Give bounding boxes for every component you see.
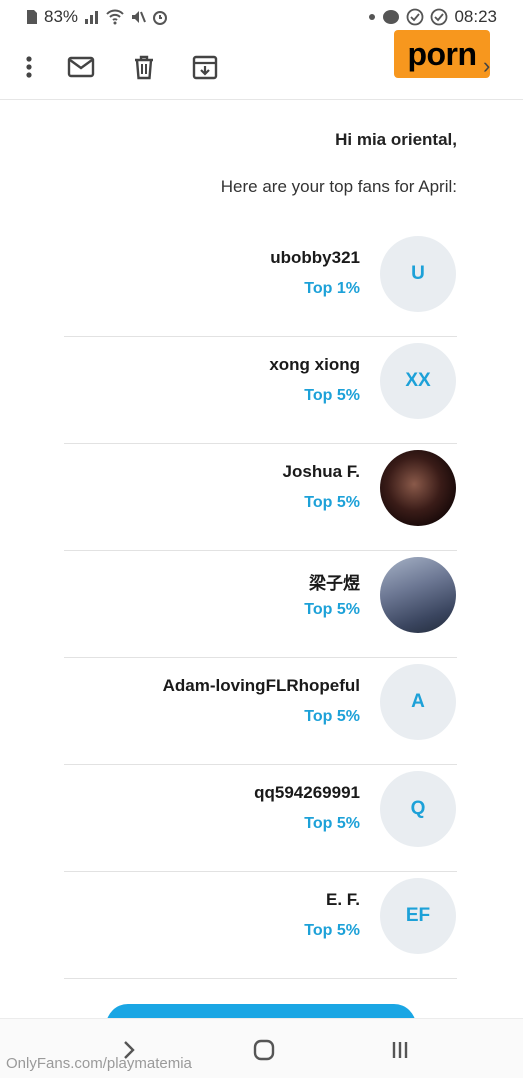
fan-rank: Top 5% bbox=[304, 708, 360, 725]
alarm-icon bbox=[153, 11, 168, 25]
top-fans-list: Uubobby321 Top 1% XX xong xiong Top 5% Joshua… bbox=[0, 230, 523, 979]
email-greeting: Hi mia oriental, bbox=[335, 130, 457, 149]
battery-text: 83% bbox=[44, 7, 79, 26]
fan-name[interactable]: Joshua F. bbox=[283, 462, 360, 482]
brand-logo: porn bbox=[394, 30, 490, 78]
avatar-initials: U bbox=[411, 263, 425, 284]
line-app-icon bbox=[383, 10, 400, 24]
status-left: 83% bbox=[26, 7, 168, 27]
chevron-right-icon[interactable]: › bbox=[483, 53, 490, 79]
wifi-icon bbox=[106, 9, 124, 25]
clock: 08:23 bbox=[454, 7, 497, 26]
status-bar: 83% 08:23 bbox=[0, 0, 523, 34]
dot-icon bbox=[369, 14, 376, 20]
divider bbox=[64, 978, 457, 979]
avatar-photo[interactable] bbox=[380, 450, 456, 526]
check-circle-icon bbox=[431, 8, 448, 26]
fan-rank: Top 5% bbox=[304, 494, 360, 511]
mail-icon[interactable] bbox=[66, 52, 96, 82]
fan-name[interactable]: E. F. bbox=[326, 890, 360, 910]
fan-row[interactable]: A Adam-lovingFLRhopeful Top 5% bbox=[0, 658, 523, 765]
fan-rank: Top 5% bbox=[304, 387, 360, 404]
avatar-initials: A bbox=[411, 691, 425, 712]
fan-rank: Top 5% bbox=[304, 601, 360, 618]
avatar-initials: EF bbox=[405, 905, 431, 926]
fan-name[interactable]: qq594269991 bbox=[254, 783, 360, 803]
mute-icon bbox=[132, 11, 146, 23]
status-right: 08:23 bbox=[368, 7, 497, 27]
archive-icon[interactable] bbox=[190, 52, 220, 82]
home-icon[interactable] bbox=[249, 1036, 279, 1064]
avatar[interactable]: A bbox=[380, 664, 456, 740]
fan-name[interactable]: 梁子煜 bbox=[309, 569, 360, 594]
fan-name[interactable]: Adam-lovingFLRhopeful bbox=[163, 676, 360, 696]
fan-row[interactable]: EF E. F. Top 5% bbox=[0, 872, 523, 979]
fan-row[interactable]: Joshua F. Top 5% bbox=[0, 444, 523, 551]
more-vert-icon[interactable] bbox=[14, 52, 44, 82]
avatar[interactable]: EF bbox=[380, 878, 456, 954]
avatar[interactable]: U bbox=[380, 236, 456, 312]
avatar-initials: XX bbox=[405, 370, 431, 391]
fan-row[interactable]: Uubobby321 Top 1% bbox=[0, 230, 523, 337]
email-intro: Here are your top fans for April: bbox=[220, 177, 457, 196]
avatar[interactable]: Q bbox=[380, 771, 456, 847]
fan-rank: Top 5% bbox=[304, 815, 360, 832]
avatar-initials: Q bbox=[410, 798, 426, 819]
fan-row[interactable]: 梁子煜 Top 5% bbox=[0, 551, 523, 658]
avatar[interactable]: XX bbox=[380, 343, 456, 419]
watermark: OnlyFans.com/playmatemia bbox=[6, 1055, 192, 1072]
fan-row[interactable]: XX xong xiong Top 5% bbox=[0, 337, 523, 444]
fan-name[interactable]: xong xiong bbox=[269, 355, 360, 375]
fan-rank: Top 5% bbox=[304, 922, 360, 939]
avatar-photo[interactable] bbox=[380, 557, 456, 633]
fan-row[interactable]: Qqq594269991 Top 5% bbox=[0, 765, 523, 872]
recents-icon[interactable] bbox=[385, 1036, 415, 1064]
fan-rank: Top 1% bbox=[304, 280, 360, 297]
chat-check-icon bbox=[407, 8, 424, 26]
trash-icon[interactable] bbox=[129, 52, 159, 82]
signal-icon bbox=[85, 11, 99, 24]
sim-icon bbox=[27, 10, 37, 24]
fan-name[interactable]: ubobby321 bbox=[270, 248, 360, 268]
